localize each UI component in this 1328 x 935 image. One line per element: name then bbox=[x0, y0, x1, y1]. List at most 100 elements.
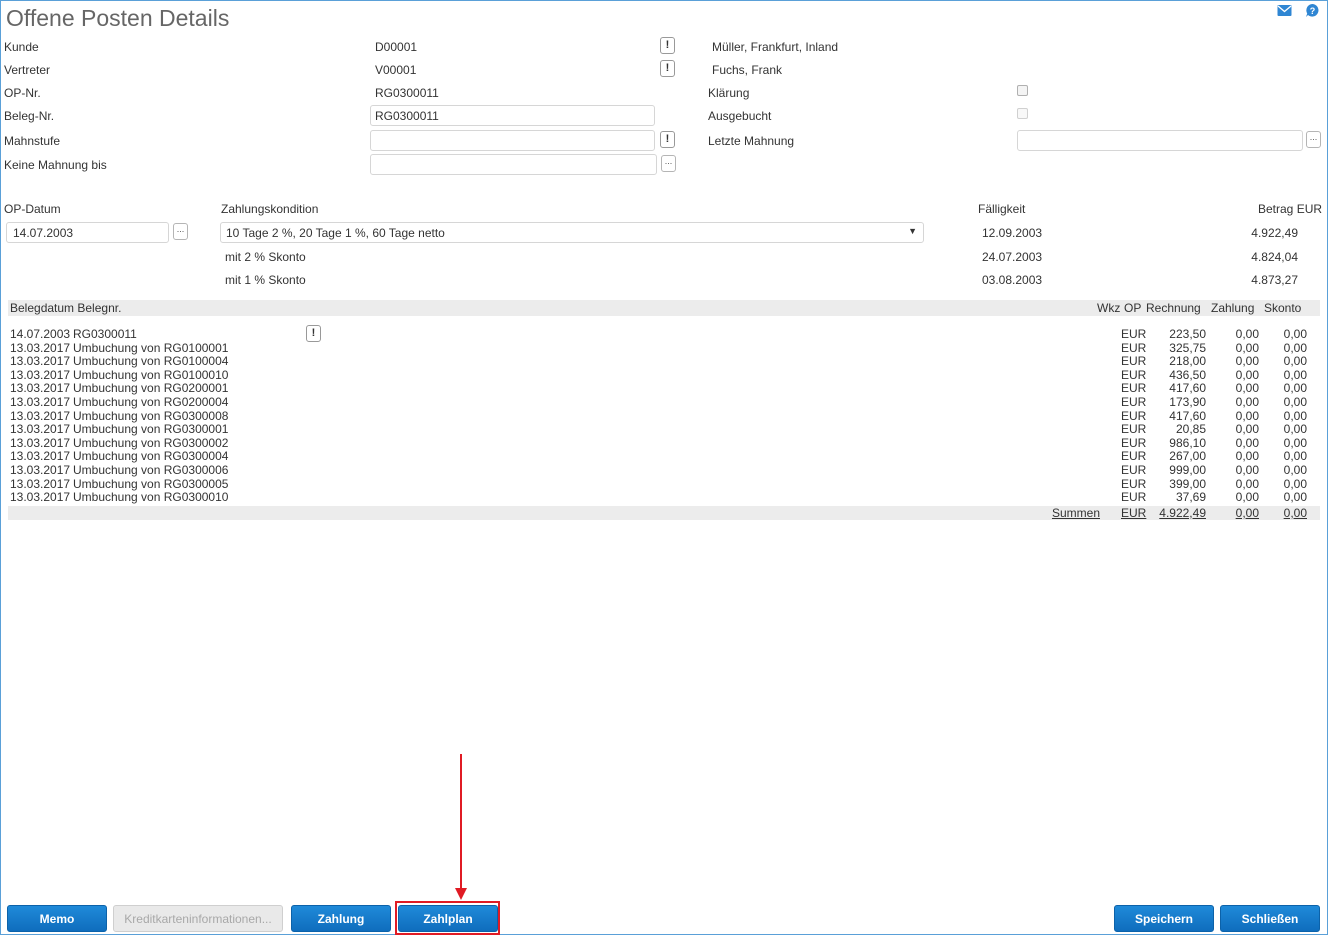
speichern-button[interactable]: Speichern bbox=[1114, 905, 1214, 932]
cell-text: Umbuchung von RG0300001 bbox=[73, 422, 229, 437]
sum-wkz: EUR bbox=[1121, 506, 1147, 520]
table-header-skonto: Skonto bbox=[1264, 301, 1302, 315]
kunde-info-button[interactable]: ! bbox=[660, 37, 675, 54]
klaerung-checkbox[interactable] bbox=[1017, 85, 1028, 96]
cell-text: Umbuchung von RG0300006 bbox=[73, 463, 229, 477]
cell-skonto: 0,00 bbox=[1283, 476, 1307, 491]
table-row[interactable]: 13.03.2017 Umbuchung von RG0300002 EUR 986,… bbox=[0, 436, 1328, 450]
cell-text: Umbuchung von RG0100010 bbox=[73, 367, 229, 382]
table-row[interactable]: 13.03.2017 Umbuchung von RG0200001 EUR 417,… bbox=[0, 381, 1328, 395]
cell-wkz: EUR bbox=[1121, 422, 1147, 437]
dropdown-arrow-icon: ▼ bbox=[908, 226, 917, 236]
keine-mahnung-field[interactable] bbox=[370, 154, 657, 175]
kreditkarte-button[interactable]: Kreditkarteninformationen... bbox=[113, 905, 283, 932]
table-row[interactable]: 13.03.2017 Umbuchung von RG0300008 EUR 417,… bbox=[0, 409, 1328, 423]
zahlungskondition-value: 10 Tage 2 %, 20 Tage 1 %, 60 Tage netto bbox=[226, 226, 445, 240]
faelligkeit-date-2: 03.08.2003 bbox=[982, 273, 1043, 287]
sum-zahlung: 0,00 bbox=[1235, 506, 1259, 520]
betrag-label: Betrag EUR bbox=[1258, 202, 1323, 216]
row-info-button[interactable]: ! bbox=[306, 325, 321, 342]
cell-zahlung: 0,00 bbox=[1235, 422, 1259, 437]
cell-wkz: EUR bbox=[1121, 354, 1147, 369]
table-header-rechnung: Rechnung bbox=[1146, 301, 1201, 315]
table-row[interactable]: 13.03.2017 Umbuchung von RG0200004 EUR 173,… bbox=[0, 395, 1328, 409]
table-header-left: Belegdatum Belegnr. bbox=[10, 301, 122, 315]
memo-button[interactable]: Memo bbox=[7, 905, 107, 932]
sum-rechnung: 4.922,49 bbox=[1159, 506, 1206, 520]
help-icon[interactable]: ? bbox=[1305, 3, 1320, 18]
cell-rechnung: 436,50 bbox=[1169, 367, 1206, 382]
cell-date: 13.03.2017 bbox=[10, 381, 71, 396]
cell-skonto: 0,00 bbox=[1283, 408, 1307, 423]
zahlung-button[interactable]: Zahlung bbox=[291, 905, 391, 932]
annotation-arrow-line bbox=[460, 754, 462, 892]
ausgebucht-checkbox[interactable] bbox=[1017, 108, 1028, 119]
cell-date: 13.03.2017 bbox=[10, 354, 71, 369]
mail-icon[interactable] bbox=[1277, 4, 1292, 17]
zahlungskondition-label: Zahlungskondition bbox=[221, 202, 319, 216]
cell-skonto: 0,00 bbox=[1283, 422, 1307, 437]
faelligkeit-label: Fälligkeit bbox=[978, 202, 1026, 216]
skonto-text-2: mit 1 % Skonto bbox=[225, 273, 306, 287]
vertreter-info-button[interactable]: ! bbox=[660, 60, 675, 77]
table-row[interactable]: 13.03.2017 Umbuchung von RG0300001 EUR 20,8… bbox=[0, 422, 1328, 436]
letzte-mahnung-picker-button[interactable]: ... bbox=[1306, 131, 1321, 148]
cell-zahlung: 0,00 bbox=[1235, 327, 1259, 341]
table-row[interactable]: 13.03.2017 Umbuchung von RG0300006 EUR 999,… bbox=[0, 463, 1328, 477]
op-nr-label: OP-Nr. bbox=[4, 86, 41, 100]
betrag-amount-1: 4.824,04 bbox=[1251, 250, 1298, 264]
page-title: Offene Posten Details bbox=[6, 5, 230, 31]
table-row[interactable]: 14.07.2003 RG0300011 EUR 223,50 0,00 0,00 bbox=[0, 327, 1328, 341]
sum-label: Summen bbox=[1051, 506, 1100, 520]
cell-date: 13.03.2017 bbox=[10, 490, 71, 505]
mahnstufe-field[interactable] bbox=[370, 130, 655, 151]
cell-date: 13.03.2017 bbox=[10, 408, 71, 423]
cell-wkz: EUR bbox=[1121, 408, 1147, 423]
cell-rechnung: 986,10 bbox=[1169, 435, 1206, 450]
annotation-highlight-box bbox=[395, 901, 500, 935]
table-row[interactable]: 13.03.2017 Umbuchung von RG0300004 EUR 267,… bbox=[0, 449, 1328, 463]
cell-date: 13.03.2017 bbox=[10, 340, 71, 355]
cell-text: Umbuchung von RG0300008 bbox=[73, 408, 229, 423]
cell-wkz: EUR bbox=[1121, 340, 1147, 355]
mahnstufe-info-button[interactable]: ! bbox=[660, 131, 675, 148]
faelligkeit-date-1: 24.07.2003 bbox=[982, 250, 1043, 264]
beleg-nr-field[interactable]: RG0300011 bbox=[370, 105, 655, 126]
cell-date: 13.03.2017 bbox=[10, 395, 71, 409]
betrag-amount-0: 4.922,49 bbox=[1251, 226, 1298, 240]
table-row[interactable]: 13.03.2017 Umbuchung von RG0100010 EUR 436,… bbox=[0, 368, 1328, 382]
cell-zahlung: 0,00 bbox=[1235, 354, 1259, 369]
cell-skonto: 0,00 bbox=[1283, 340, 1307, 355]
kunde-info: Müller, Frankfurt, Inland bbox=[712, 40, 839, 54]
table-row[interactable]: 13.03.2017 Umbuchung von RG0100004 EUR 218,… bbox=[0, 354, 1328, 368]
schliessen-button[interactable]: Schließen bbox=[1220, 905, 1320, 932]
cell-date: 13.03.2017 bbox=[10, 463, 71, 477]
cell-zahlung: 0,00 bbox=[1235, 340, 1259, 355]
cell-rechnung: 417,60 bbox=[1169, 381, 1206, 396]
keine-mahnung-picker-button[interactable]: ... bbox=[661, 155, 676, 172]
cell-text: Umbuchung von RG0300010 bbox=[73, 490, 229, 505]
cell-date: 13.03.2017 bbox=[10, 435, 71, 450]
klaerung-label: Klärung bbox=[708, 86, 750, 100]
letzte-mahnung-field[interactable] bbox=[1017, 130, 1303, 151]
op-datum-picker-button[interactable]: ... bbox=[173, 223, 188, 240]
cell-date: 14.07.2003 bbox=[10, 327, 71, 341]
cell-skonto: 0,00 bbox=[1283, 463, 1307, 477]
cell-wkz: EUR bbox=[1121, 435, 1147, 450]
cell-wkz: EUR bbox=[1121, 395, 1147, 409]
cell-text: Umbuchung von RG0100004 bbox=[73, 354, 229, 369]
op-datum-field[interactable]: 14.07.2003 bbox=[6, 222, 169, 243]
cell-rechnung: 20,85 bbox=[1175, 422, 1206, 437]
cell-text: Umbuchung von RG0300002 bbox=[73, 435, 229, 450]
zahlungskondition-select[interactable]: 10 Tage 2 %, 20 Tage 1 %, 60 Tage netto … bbox=[220, 222, 924, 243]
cell-zahlung: 0,00 bbox=[1235, 463, 1259, 477]
sum-skonto: 0,00 bbox=[1283, 506, 1307, 520]
table-row[interactable]: 13.03.2017 Umbuchung von RG0300005 EUR 399,… bbox=[0, 477, 1328, 491]
cell-wkz: EUR bbox=[1121, 463, 1147, 477]
cell-wkz: EUR bbox=[1121, 367, 1147, 382]
cell-skonto: 0,00 bbox=[1283, 367, 1307, 382]
cell-wkz: EUR bbox=[1121, 490, 1147, 505]
table-row[interactable]: 13.03.2017 Umbuchung von RG0300010 EUR 37,6… bbox=[0, 490, 1328, 504]
beleg-nr-label: Beleg-Nr. bbox=[4, 109, 55, 123]
table-row[interactable]: 13.03.2017 Umbuchung von RG0100001 EUR 325,… bbox=[0, 341, 1328, 355]
